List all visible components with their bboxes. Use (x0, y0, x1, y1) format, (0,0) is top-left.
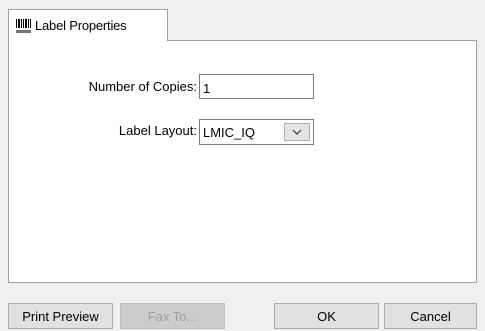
layout-select-value: LMIC_IQ (203, 124, 256, 140)
chevron-down-icon (292, 129, 302, 135)
layout-select[interactable]: LMIC_IQ (199, 119, 314, 145)
cancel-button[interactable]: Cancel (384, 303, 477, 329)
dropdown-button[interactable] (284, 123, 310, 141)
ok-button[interactable]: OK (274, 303, 379, 329)
label-properties-dialog: Label Properties Number of Copies: Label… (0, 0, 485, 331)
print-preview-button[interactable]: Print Preview (8, 303, 113, 329)
barcode-icon (15, 18, 31, 34)
tab-label-properties[interactable]: Label Properties (8, 9, 168, 42)
copies-label: Number of Copies: (88, 79, 197, 94)
copies-input[interactable] (199, 74, 314, 99)
fax-to-button[interactable]: Fax To... (120, 303, 225, 329)
tab-label-text: Label Properties (35, 18, 127, 33)
layout-label: Label Layout: (118, 123, 197, 138)
